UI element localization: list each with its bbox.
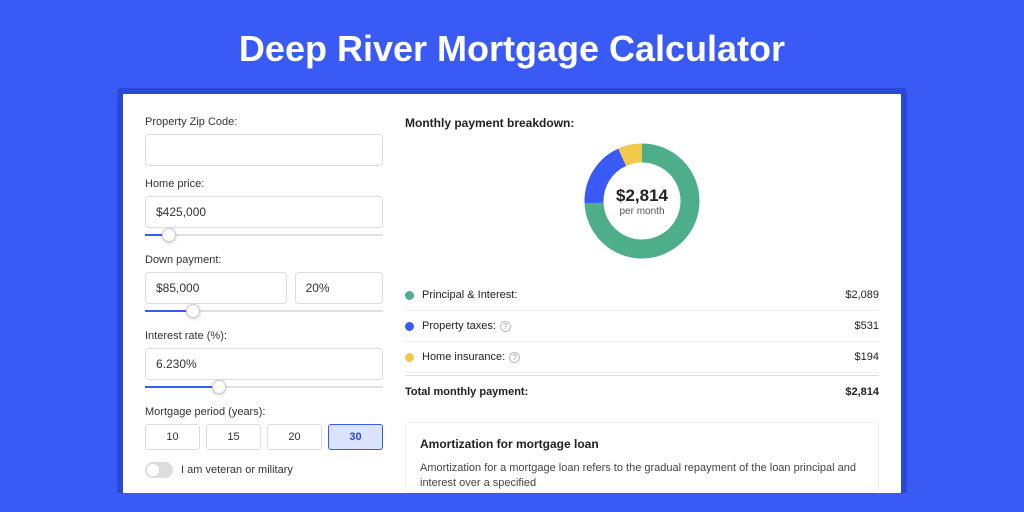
- legend-text: Principal & Interest:: [422, 289, 517, 301]
- mortgage-period-label: Mortgage period (years):: [145, 406, 383, 418]
- slider-thumb[interactable]: [162, 228, 176, 242]
- amortization-body: Amortization for a mortgage loan refers …: [420, 461, 864, 492]
- slider-thumb[interactable]: [212, 380, 226, 394]
- legend-label: Home insurance: ?: [422, 351, 855, 363]
- legend-dot-icon: [405, 322, 414, 331]
- interest-rate-slider[interactable]: [145, 380, 383, 394]
- slider-track: [145, 234, 383, 236]
- legend-row-principal: Principal & Interest: $2,089: [405, 280, 879, 311]
- period-option-30[interactable]: 30: [328, 424, 383, 450]
- home-price-group: Home price:: [145, 178, 383, 242]
- down-payment-pct-input[interactable]: [295, 272, 383, 304]
- down-payment-input[interactable]: [145, 272, 287, 304]
- legend-label: Property taxes: ?: [422, 320, 855, 332]
- zip-input[interactable]: [145, 134, 383, 166]
- interest-rate-group: Interest rate (%):: [145, 330, 383, 394]
- slider-fill: [145, 386, 219, 388]
- zip-label: Property Zip Code:: [145, 116, 383, 128]
- total-label: Total monthly payment:: [405, 386, 845, 398]
- breakdown-heading: Monthly payment breakdown:: [405, 116, 879, 130]
- veteran-toggle[interactable]: [145, 462, 173, 478]
- legend-text: Property taxes:: [422, 320, 496, 332]
- down-payment-group: Down payment:: [145, 254, 383, 318]
- donut-chart: $2,814 per month: [581, 140, 703, 262]
- veteran-row: I am veteran or military: [145, 462, 383, 478]
- legend-value: $194: [855, 351, 879, 363]
- slider-thumb[interactable]: [186, 304, 200, 318]
- legend-value: $531: [855, 320, 879, 332]
- legend-dot-icon: [405, 291, 414, 300]
- legend-value: $2,089: [845, 289, 879, 301]
- down-payment-label: Down payment:: [145, 254, 383, 266]
- period-option-20[interactable]: 20: [267, 424, 322, 450]
- legend-label: Principal & Interest:: [422, 289, 845, 301]
- down-payment-slider[interactable]: [145, 304, 383, 318]
- veteran-label: I am veteran or military: [181, 464, 293, 476]
- home-price-slider[interactable]: [145, 228, 383, 242]
- legend-dot-icon: [405, 353, 414, 362]
- legend-row-insurance: Home insurance: ? $194: [405, 342, 879, 373]
- page-title: Deep River Mortgage Calculator: [0, 0, 1024, 88]
- legend-row-taxes: Property taxes: ? $531: [405, 311, 879, 342]
- breakdown-panel: Monthly payment breakdown: $2,814 per mo…: [405, 116, 879, 493]
- info-icon[interactable]: ?: [500, 321, 511, 332]
- total-value: $2,814: [845, 386, 879, 398]
- period-option-10[interactable]: 10: [145, 424, 200, 450]
- info-icon[interactable]: ?: [509, 352, 520, 363]
- amortization-card: Amortization for mortgage loan Amortizat…: [405, 422, 879, 493]
- total-row: Total monthly payment: $2,814: [405, 375, 879, 408]
- donut-total-amount: $2,814: [616, 186, 668, 206]
- form-panel: Property Zip Code: Home price: Down paym…: [145, 116, 383, 493]
- legend-text: Home insurance:: [422, 351, 505, 363]
- period-options: 10 15 20 30: [145, 424, 383, 450]
- donut-center: $2,814 per month: [581, 140, 703, 262]
- amortization-heading: Amortization for mortgage loan: [420, 437, 864, 451]
- interest-rate-input[interactable]: [145, 348, 383, 380]
- period-option-15[interactable]: 15: [206, 424, 261, 450]
- zip-field-group: Property Zip Code:: [145, 116, 383, 166]
- calculator-card-frame: Property Zip Code: Home price: Down paym…: [117, 88, 907, 493]
- mortgage-period-group: Mortgage period (years): 10 15 20 30: [145, 406, 383, 450]
- interest-rate-label: Interest rate (%):: [145, 330, 383, 342]
- home-price-label: Home price:: [145, 178, 383, 190]
- home-price-input[interactable]: [145, 196, 383, 228]
- donut-chart-wrap: $2,814 per month: [405, 140, 879, 262]
- donut-per-month: per month: [619, 206, 664, 217]
- calculator-card: Property Zip Code: Home price: Down paym…: [123, 94, 901, 493]
